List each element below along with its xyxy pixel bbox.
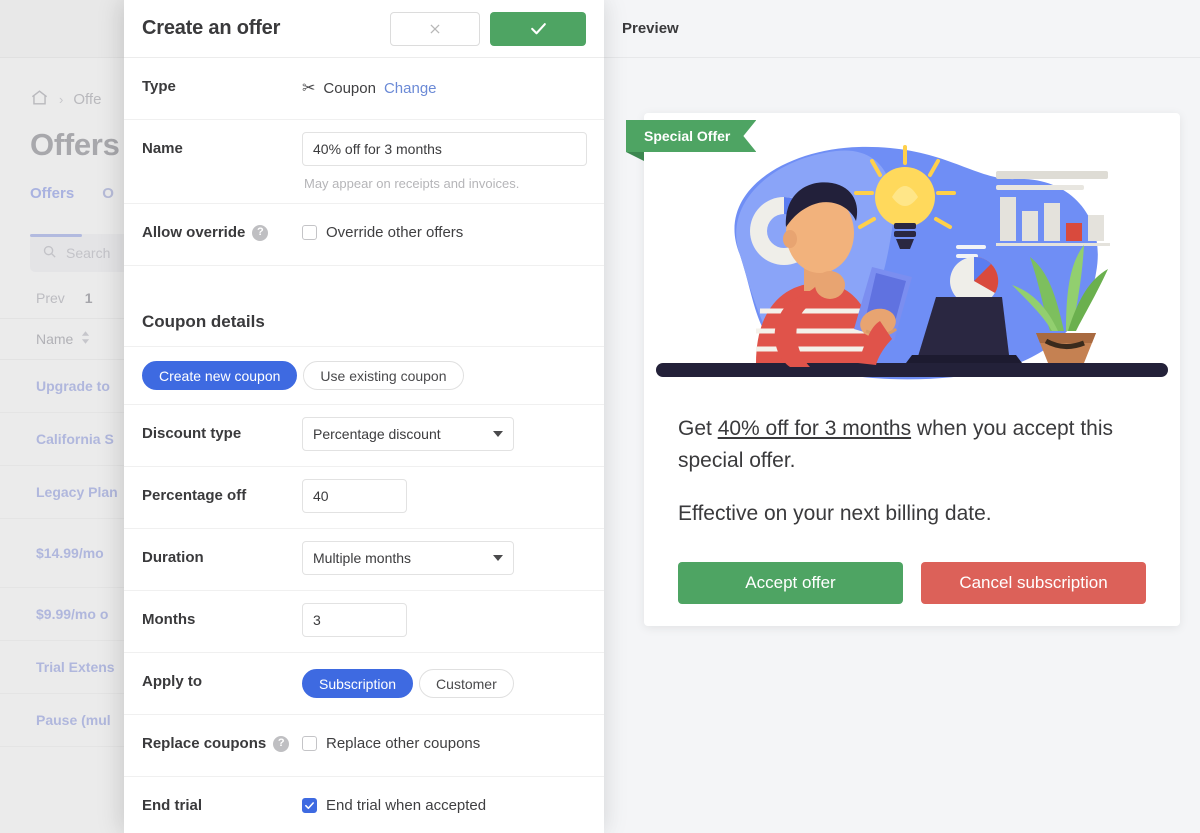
checkbox-label: Override other offers — [326, 224, 464, 241]
ribbon-fold — [626, 152, 644, 161]
end-trial-when-accepted-checkbox[interactable]: End trial when accepted — [302, 789, 586, 814]
offer-name-hint: May appear on receipts and invoices. — [304, 176, 520, 191]
search-placeholder: Search — [66, 245, 111, 261]
replace-coupons-label-text: Replace coupons — [142, 735, 267, 752]
scissors-icon: ✂ — [302, 80, 316, 97]
discount-type-select[interactable]: Percentage discount — [302, 417, 514, 451]
type-value: Coupon — [323, 79, 376, 97]
field-label-end-trial: End trial — [142, 797, 203, 814]
apply-to-customer[interactable]: Customer — [419, 669, 514, 698]
field-row-apply-to: Apply to Subscription Customer — [124, 653, 604, 715]
cancel-subscription-button[interactable]: Cancel subscription — [921, 561, 1146, 604]
field-label-allow-override: Allow override ? — [142, 204, 302, 241]
change-type-link[interactable]: Change — [384, 80, 437, 97]
modal-title: Create an offer — [142, 17, 281, 39]
chevron-down-icon — [493, 431, 503, 437]
accept-offer-button[interactable]: Accept offer — [678, 561, 903, 604]
help-icon[interactable]: ? — [273, 735, 290, 752]
cancel-button[interactable] — [390, 11, 480, 46]
discount-type-value: Percentage discount — [313, 426, 441, 442]
tab-other[interactable]: O — [102, 185, 114, 202]
field-row-type: Type ✂ Coupon Change — [124, 58, 604, 120]
offer-subtext: Effective on your next billing date. — [678, 502, 992, 525]
months-input[interactable] — [302, 603, 407, 637]
field-row-duration: Duration Multiple months — [124, 529, 604, 591]
checkbox-label: End trial when accepted — [326, 797, 487, 814]
checkbox-box[interactable] — [302, 798, 317, 813]
pagination-page-1[interactable]: 1 — [85, 290, 93, 306]
headline-highlight: 40% off for 3 months — [717, 417, 912, 440]
field-label-months: Months — [142, 611, 196, 628]
offer-preview-card: Special Offer Get 40% off for 3 months w… — [626, 113, 1180, 626]
tab-offers[interactable]: Offers — [30, 185, 74, 202]
preview-header: Preview — [604, 0, 1200, 58]
tab-active-underline — [30, 234, 82, 237]
field-row-months: Months — [124, 591, 604, 653]
chevron-down-icon — [493, 555, 503, 561]
offer-headline: Get 40% off for 3 months when you accept… — [644, 405, 1180, 530]
breadcrumb-separator: › — [59, 92, 64, 107]
sort-icon[interactable] — [81, 331, 90, 347]
checkbox-label: Replace other coupons — [326, 735, 481, 752]
person-with-tablet-illustration — [644, 135, 1180, 405]
preview-panel: Preview Special Offer Get 40% off for 3 … — [604, 0, 1200, 833]
field-label-type: Type — [142, 78, 176, 95]
headline-prefix: Get — [678, 417, 718, 440]
field-row-replace-coupons: Replace coupons ? Replace other coupons — [124, 715, 604, 777]
tab-create-new-coupon[interactable]: Create new coupon — [142, 361, 298, 390]
field-label-percentage-off: Percentage off — [142, 487, 247, 504]
field-row-end-trial: End trial End trial when accepted — [124, 777, 604, 833]
coupon-mode-tabs: Create new coupon Use existing coupon — [124, 347, 604, 405]
field-row-name: Name May appear on receipts and invoices… — [124, 120, 604, 204]
checkbox-box[interactable] — [302, 225, 317, 240]
field-label-name: Name — [142, 140, 183, 157]
field-label-replace-coupons: Replace coupons ? — [142, 715, 302, 752]
help-icon[interactable]: ? — [252, 224, 269, 241]
modal-body: Type ✂ Coupon Change Name May appear on … — [124, 58, 604, 833]
offer-actions: Accept offer Cancel subscription — [644, 552, 1180, 604]
percentage-off-input[interactable] — [302, 479, 407, 513]
apply-to-subscription[interactable]: Subscription — [302, 669, 414, 698]
override-other-offers-checkbox[interactable]: Override other offers — [302, 216, 586, 241]
field-label-apply-to: Apply to — [142, 673, 202, 690]
field-row-percentage-off: Percentage off — [124, 467, 604, 529]
field-row-allow-override: Allow override ? Override other offers — [124, 204, 604, 266]
modal-header: Create an offer — [124, 0, 604, 58]
pagination-prev[interactable]: Prev — [36, 290, 65, 306]
search-icon — [42, 244, 57, 262]
offer-name-input[interactable] — [302, 132, 587, 166]
field-label-duration: Duration — [142, 549, 204, 566]
replace-other-coupons-checkbox[interactable]: Replace other coupons — [302, 727, 586, 752]
save-button[interactable] — [490, 11, 586, 46]
field-row-discount-type: Discount type Percentage discount — [124, 405, 604, 467]
column-header-label: Name — [36, 331, 74, 347]
checkbox-box[interactable] — [302, 736, 317, 751]
create-offer-modal: Create an offer Type ✂ Coupon Change Nam… — [124, 0, 604, 833]
duration-value: Multiple months — [313, 550, 412, 566]
section-title-coupon-details: Coupon details — [124, 284, 604, 347]
allow-override-label-text: Allow override — [142, 224, 246, 241]
home-icon[interactable] — [30, 88, 49, 111]
tab-use-existing-coupon[interactable]: Use existing coupon — [303, 361, 464, 390]
duration-select[interactable]: Multiple months — [302, 541, 514, 575]
breadcrumb-current[interactable]: Offe — [73, 91, 101, 108]
field-label-discount-type: Discount type — [142, 425, 242, 442]
